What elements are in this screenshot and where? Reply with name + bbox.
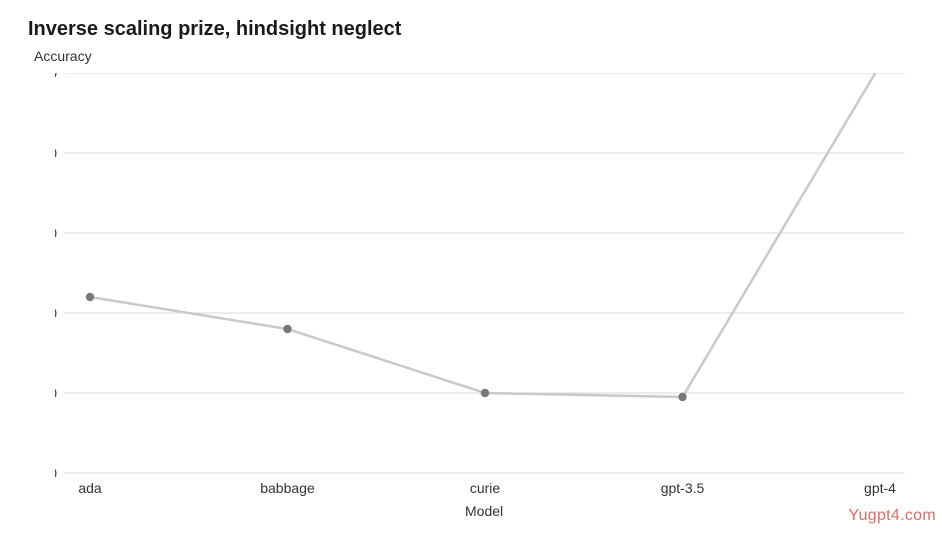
x-tick-label: babbage — [260, 480, 315, 496]
x-tick-label: gpt-4 — [864, 480, 896, 496]
data-point — [481, 389, 489, 397]
y-tick-label: 0 — [55, 465, 57, 481]
y-tick-label: 40 — [55, 305, 57, 321]
y-tick-label: 20 — [55, 385, 57, 401]
y-tick-label: 80 — [55, 145, 57, 161]
x-tick-label: ada — [78, 480, 102, 496]
data-point — [678, 393, 686, 401]
chart-plot-area: 0 20 40 60 80 100 ada babbage curie gpt-3.5 gpt-4 — [55, 73, 915, 503]
y-tick-label: 100 — [55, 73, 57, 81]
x-tick-label: gpt-3.5 — [661, 480, 705, 496]
y-tick-label: 60 — [55, 225, 57, 241]
data-point — [283, 325, 291, 333]
chart-svg: 0 20 40 60 80 100 ada babbage curie gpt-3.5 gpt-4 — [55, 73, 915, 503]
watermark-text: Yugpt4.com — [849, 507, 937, 525]
line-series — [90, 73, 880, 397]
chart-title: Inverse scaling prize, hindsight neglect — [28, 18, 401, 41]
data-point — [86, 293, 94, 301]
x-tick-label: curie — [470, 480, 501, 496]
x-axis-label: Model — [465, 503, 503, 519]
y-axis-label: Accuracy — [34, 48, 92, 64]
